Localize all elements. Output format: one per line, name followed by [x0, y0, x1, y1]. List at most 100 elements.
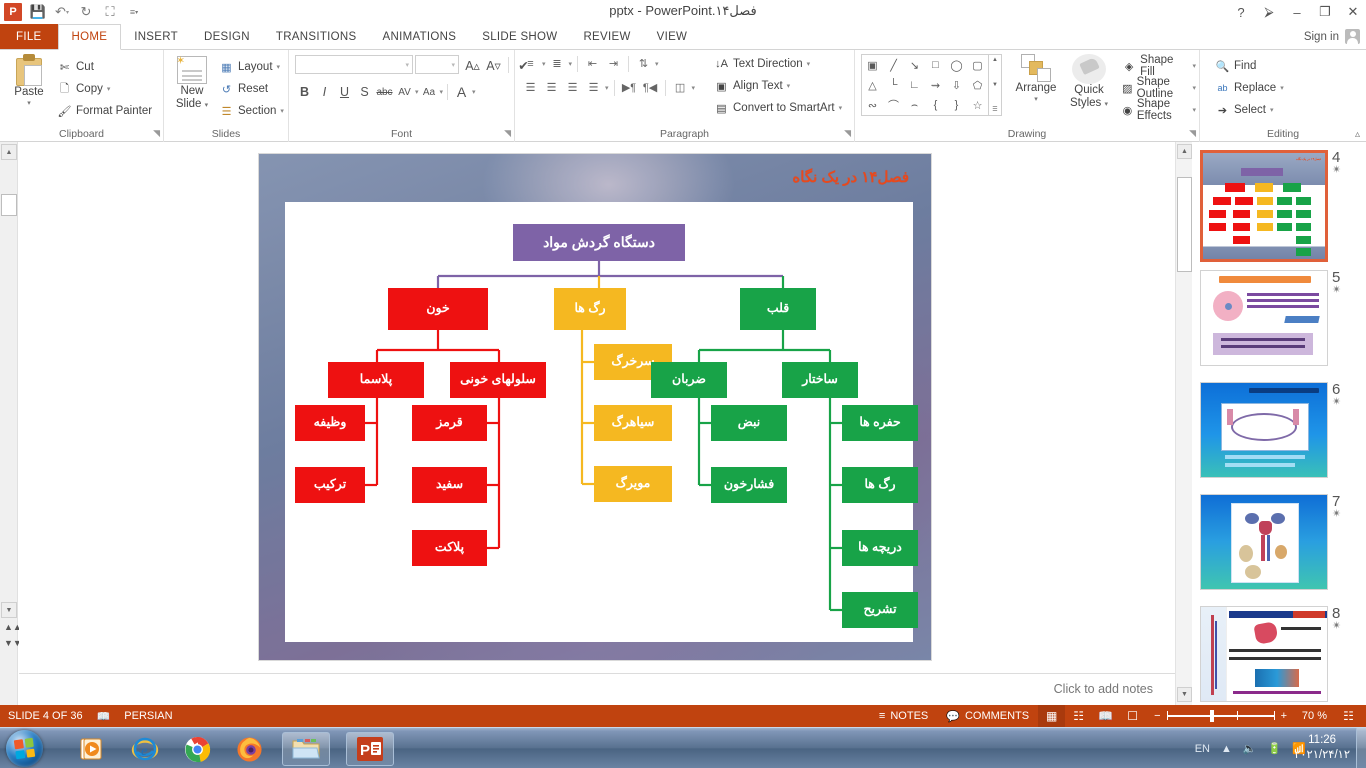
tray-volume-icon[interactable]: 🔈: [1243, 742, 1257, 755]
thumbnail-slide-4[interactable]: فصل۱۴ در یک نگاه: [1200, 150, 1328, 262]
node-heart[interactable]: قلب: [740, 288, 816, 330]
shape-elbow-connector-icon[interactable]: └: [883, 75, 904, 95]
copy-button[interactable]: 🗋 Copy ▾: [54, 78, 155, 100]
taskbar-mozilla-firefox[interactable]: [228, 732, 270, 766]
comments-button[interactable]: 💬 COMMENTS: [937, 705, 1038, 727]
shapes-gallery[interactable]: ▣ ╱ ↘ □ ◯ ▢ △ └ ∟ ⇝ ⇩ ⬠ ∾ ⌒ ⌢ { } ☆: [861, 54, 989, 116]
bullets-caret-icon[interactable]: ▾: [542, 60, 546, 68]
view-reading-icon[interactable]: 📖: [1092, 705, 1119, 727]
font-size-input[interactable]: ▾: [415, 55, 459, 74]
section-caret-icon[interactable]: ▾: [280, 107, 284, 115]
view-normal-icon[interactable]: ▦: [1038, 705, 1066, 727]
copy-dropdown-caret-icon[interactable]: ▾: [107, 85, 111, 93]
tab-animations[interactable]: ANIMATIONS: [370, 24, 470, 49]
paste-button[interactable]: Paste ▾: [8, 54, 50, 107]
node-structure[interactable]: ساختار: [782, 362, 858, 398]
thumbnail-row-6[interactable]: 6 ✴: [1200, 382, 1360, 478]
find-button[interactable]: 🔍 Find: [1212, 55, 1287, 77]
thumbnail-row-8[interactable]: 8 ✴: [1200, 606, 1360, 702]
thumbnail-slide-7[interactable]: [1200, 494, 1328, 590]
strikethrough-button[interactable]: abc: [375, 82, 394, 102]
font-color-caret-icon[interactable]: ▾: [472, 88, 476, 96]
font-name-caret-icon[interactable]: ▾: [405, 61, 409, 69]
shape-outline-caret-icon[interactable]: ▾: [1192, 84, 1196, 92]
node-heartbeat[interactable]: ضربان: [651, 362, 727, 398]
current-slide[interactable]: فصل۱۴ در یک نگاه دستگاه گردش مواد خون پل…: [259, 154, 931, 660]
select-button[interactable]: ➔ Select ▾: [1212, 99, 1287, 121]
zoom-slider[interactable]: [1166, 710, 1275, 722]
thumbnail-slide-5[interactable]: [1200, 270, 1328, 366]
node-blood-cells[interactable]: سلولهای خونی: [450, 362, 546, 398]
tray-show-hidden-icon[interactable]: ▲: [1221, 743, 1232, 755]
scroll-up-icon[interactable]: ▲: [1, 144, 17, 160]
slide-title[interactable]: فصل۱۴ در یک نگاه: [792, 168, 909, 186]
node-vein[interactable]: سیاهرگ: [594, 405, 672, 441]
shape-star-icon[interactable]: ☆: [967, 95, 988, 115]
layout-button[interactable]: ▦ Layout ▾: [216, 56, 287, 78]
shape-right-brace-icon[interactable]: }: [946, 95, 967, 115]
node-vessels[interactable]: رگ ها: [554, 288, 626, 330]
slide-scrollbar-thumb[interactable]: [1177, 177, 1192, 272]
reset-button[interactable]: ↺ Reset: [216, 78, 287, 100]
zoom-out-button[interactable]: −: [1154, 710, 1160, 722]
outline-pane-scrollbar[interactable]: ▲ ▼ ▲▲ ▼▼: [0, 142, 22, 705]
new-slide-button[interactable]: ✶ New Slide ▾: [170, 54, 214, 112]
font-name-input[interactable]: ▾: [295, 55, 413, 74]
language-indicator[interactable]: PERSIAN: [124, 710, 172, 722]
justify-icon[interactable]: ☰: [584, 78, 603, 97]
shape-oval-icon[interactable]: ◯: [946, 55, 967, 75]
close-button[interactable]: ✕: [1344, 4, 1362, 20]
shape-rectangle-icon[interactable]: □: [925, 55, 946, 75]
shape-down-arrow-icon[interactable]: ⇩: [946, 75, 967, 95]
taskbar-windows-media-player[interactable]: [72, 732, 114, 766]
show-desktop-button[interactable]: [1356, 728, 1366, 768]
change-case-button[interactable]: Aa: [420, 82, 439, 102]
scroll-down-icon[interactable]: ▼: [1, 602, 17, 618]
shape-left-brace-icon[interactable]: {: [925, 95, 946, 115]
slide-scroll-up-icon[interactable]: ▲: [1177, 144, 1192, 159]
thumbnail-row-5[interactable]: 5 ✴: [1200, 270, 1360, 366]
shape-textbox-icon[interactable]: ▣: [862, 55, 883, 75]
align-left-icon[interactable]: ☰: [521, 78, 540, 97]
gallery-scroll-down-icon[interactable]: ▼: [992, 82, 998, 88]
shape-fill-button[interactable]: ◈ Shape Fill ▾: [1119, 54, 1199, 78]
account-avatar-icon[interactable]: [1345, 29, 1360, 44]
notes-button[interactable]: ≡ NOTES: [870, 705, 937, 727]
node-root[interactable]: دستگاه گردش مواد: [513, 224, 685, 261]
numbering-caret-icon[interactable]: ▾: [569, 60, 573, 68]
align-text-caret-icon[interactable]: ▾: [787, 82, 791, 90]
line-spacing-caret-icon[interactable]: ▾: [655, 60, 659, 68]
shape-elbow-arrow-icon[interactable]: ∟: [904, 75, 925, 95]
node-red-cells[interactable]: قرمز: [412, 405, 487, 441]
font-size-caret-icon[interactable]: ▾: [451, 61, 455, 69]
align-center-icon[interactable]: ☰: [542, 78, 561, 97]
tab-insert[interactable]: INSERT: [121, 24, 191, 49]
tab-home[interactable]: HOME: [57, 24, 122, 50]
start-button[interactable]: [6, 730, 43, 767]
shape-arrow-icon[interactable]: ↘: [904, 55, 925, 75]
node-plasma-composition[interactable]: ترکیب: [295, 467, 365, 503]
new-slide-caret-icon[interactable]: ▾: [205, 102, 209, 109]
tab-slide-show[interactable]: SLIDE SHOW: [469, 24, 570, 49]
tab-file[interactable]: FILE: [0, 24, 58, 49]
convert-to-smartart-button[interactable]: ▤ Convert to SmartArt ▾: [711, 97, 845, 119]
zoom-percentage[interactable]: 70 %: [1293, 710, 1327, 722]
node-heart-vessels[interactable]: رگ ها: [842, 467, 918, 503]
thumbnail-row-4[interactable]: فصل۱۴ در یک نگاه 4 ✴: [1200, 150, 1360, 262]
help-icon[interactable]: ?: [1232, 5, 1250, 20]
gallery-expand-icon[interactable]: ☰: [992, 106, 997, 113]
tab-design[interactable]: DESIGN: [191, 24, 263, 49]
node-white-cells[interactable]: سفید: [412, 467, 487, 503]
fit-slide-to-window-icon[interactable]: ☷: [1335, 705, 1362, 727]
zoom-in-button[interactable]: +: [1281, 710, 1287, 722]
collapse-ribbon-icon[interactable]: ▵: [1355, 129, 1360, 140]
shape-effects-button[interactable]: ◉ Shape Effects ▾: [1119, 98, 1199, 122]
node-blood-pressure[interactable]: فشارخون: [711, 467, 787, 503]
taskbar-clock[interactable]: 11:26 ۲۰۲۱/۲۴/۱۲: [1294, 733, 1350, 763]
underline-button[interactable]: U: [335, 82, 354, 102]
bullets-icon[interactable]: ≡: [521, 54, 540, 73]
shape-effects-caret-icon[interactable]: ▾: [1192, 106, 1196, 114]
character-spacing-button[interactable]: AV: [395, 82, 414, 102]
shapes-gallery-scroll[interactable]: ▲ ▼ ☰: [989, 54, 1002, 116]
node-chambers[interactable]: حفره ها: [842, 405, 918, 441]
